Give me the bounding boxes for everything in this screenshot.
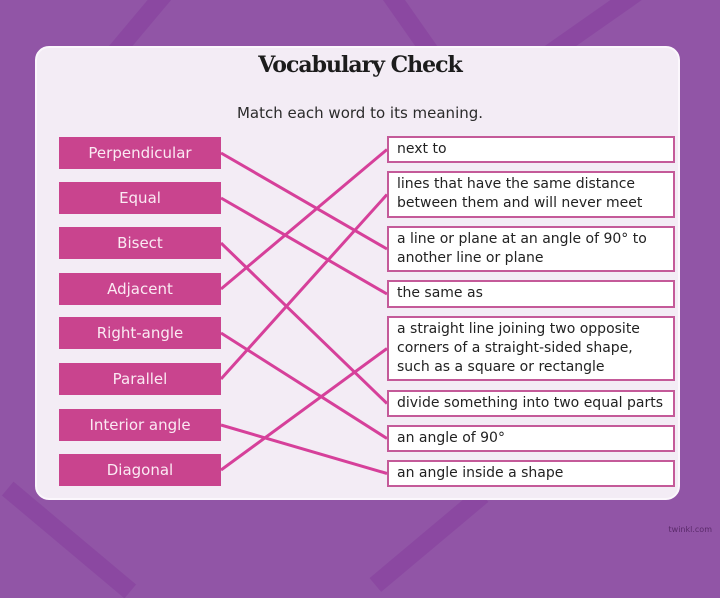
- word-label: Equal: [119, 189, 161, 207]
- definition-text: the same as: [397, 285, 483, 301]
- match-line: [220, 148, 388, 291]
- word-box[interactable]: Perpendicular: [59, 137, 221, 169]
- definition-text: a straight line joining two opposite cor…: [397, 321, 640, 375]
- match-line: [220, 331, 388, 440]
- word-box[interactable]: Equal: [59, 182, 221, 214]
- word-label: Perpendicular: [88, 144, 192, 162]
- word-label: Interior angle: [89, 416, 191, 434]
- word-label: Diagonal: [106, 461, 174, 479]
- definition-box[interactable]: an angle inside a shape: [387, 460, 675, 487]
- definition-box[interactable]: lines that have the same distance betwee…: [387, 171, 675, 218]
- definition-text: a line or plane at an angle of 90° to an…: [397, 231, 647, 266]
- definition-text: lines that have the same distance betwee…: [397, 176, 643, 211]
- definition-text: an angle inside a shape: [397, 465, 564, 481]
- definition-box[interactable]: divide something into two equal parts: [387, 390, 675, 417]
- definition-text: divide something into two equal parts: [397, 395, 663, 411]
- credit-text: twinkl.com: [668, 525, 712, 534]
- definition-box[interactable]: a straight line joining two opposite cor…: [387, 316, 675, 381]
- word-box[interactable]: Diagonal: [59, 454, 221, 486]
- word-label: Right-angle: [96, 324, 184, 342]
- match-line: [220, 196, 388, 296]
- definition-box[interactable]: next to: [387, 136, 675, 163]
- word-box[interactable]: Adjacent: [59, 273, 221, 305]
- word-box[interactable]: Bisect: [59, 227, 221, 259]
- match-line: [220, 151, 388, 251]
- definition-text: an angle of 90°: [397, 430, 505, 446]
- definition-box[interactable]: a line or plane at an angle of 90° to an…: [387, 226, 675, 272]
- match-line: [220, 347, 388, 472]
- match-line: [220, 423, 388, 475]
- definition-text: next to: [397, 141, 447, 157]
- word-label: Bisect: [117, 234, 163, 252]
- word-box[interactable]: Right-angle: [59, 317, 221, 349]
- word-label: Parallel: [112, 370, 168, 388]
- match-line: [219, 193, 389, 381]
- word-label: Adjacent: [107, 280, 173, 298]
- word-box[interactable]: Parallel: [59, 363, 221, 395]
- definition-box[interactable]: an angle of 90°: [387, 425, 675, 452]
- word-box[interactable]: Interior angle: [59, 409, 221, 441]
- definition-box[interactable]: the same as: [387, 280, 675, 308]
